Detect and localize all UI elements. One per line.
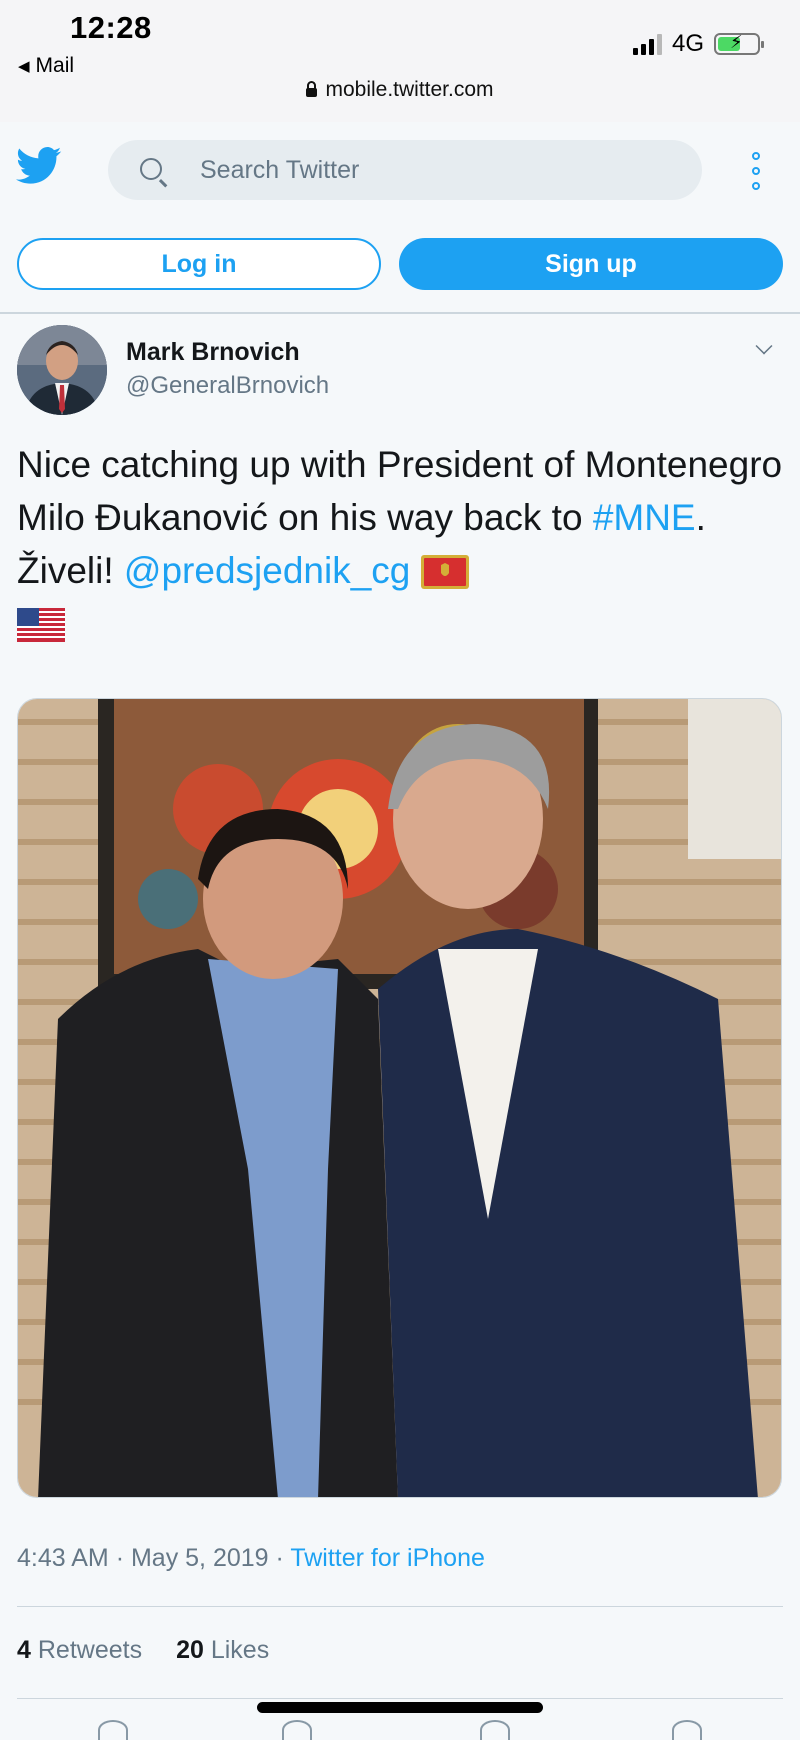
- hashtag-link[interactable]: #MNE: [593, 497, 696, 538]
- tweet-timestamp: 4:43 AM · May 5, 2019 · Twitter for iPho…: [17, 1544, 485, 1573]
- lock-icon: [306, 81, 318, 97]
- tweet-time: 4:43 AM: [17, 1544, 109, 1572]
- search-placeholder: Search Twitter: [200, 156, 360, 184]
- network-type: 4G: [671, 30, 704, 57]
- twitter-logo-icon[interactable]: [16, 146, 62, 186]
- author-handle[interactable]: @GeneralBrnovich: [126, 372, 329, 400]
- retweet-icon[interactable]: [282, 1720, 312, 1740]
- retweets-count: 4: [17, 1636, 31, 1664]
- tweet-photo[interactable]: [17, 698, 782, 1498]
- cell-signal-icon: [632, 33, 662, 55]
- home-indicator[interactable]: [257, 1702, 543, 1713]
- browser-top-bar: 12:28 ◀ Mail 4G ⚡ mobile.twitter.com: [0, 0, 800, 123]
- likes-count: 20: [176, 1636, 204, 1664]
- search-icon: [140, 158, 162, 180]
- more-options-icon[interactable]: [750, 152, 762, 190]
- login-button[interactable]: Log in: [17, 238, 381, 290]
- usa-flag-icon: [17, 608, 65, 642]
- status-time: 12:28: [70, 10, 152, 45]
- divider: [17, 1698, 783, 1699]
- divider: [17, 1606, 783, 1607]
- montenegro-flag-icon: [420, 555, 469, 589]
- retweets-stat[interactable]: 4 Retweets: [17, 1636, 142, 1665]
- author-name[interactable]: Mark Brnovich: [126, 338, 300, 367]
- reply-icon[interactable]: [98, 1720, 128, 1740]
- search-input[interactable]: Search Twitter: [108, 140, 702, 200]
- meta-separator: ·: [275, 1544, 284, 1572]
- likes-stat[interactable]: 20 Likes: [176, 1636, 269, 1665]
- battery-charging-icon: ⚡: [714, 32, 764, 55]
- tweet-text: Nice catching up with President of Monte…: [17, 438, 787, 650]
- twitter-header: Search Twitter Log in Sign up: [0, 122, 800, 314]
- tweet-source-link[interactable]: Twitter for iPhone: [290, 1544, 485, 1572]
- back-to-mail-button[interactable]: ◀ Mail: [18, 54, 74, 78]
- tweet-date: May 5, 2019: [130, 1544, 269, 1572]
- chevron-down-icon[interactable]: [755, 337, 773, 355]
- likes-label: Likes: [210, 1636, 270, 1664]
- meta-separator: ·: [115, 1544, 125, 1572]
- share-icon[interactable]: [672, 1720, 702, 1740]
- back-triangle-icon: ◀: [18, 58, 30, 75]
- address-bar[interactable]: mobile.twitter.com: [0, 78, 800, 102]
- tweet-stats: 4 Retweets 20 Likes: [17, 1636, 269, 1665]
- tweet-actions-bar: [0, 1712, 800, 1740]
- like-icon[interactable]: [480, 1720, 510, 1740]
- address-url: mobile.twitter.com: [325, 78, 494, 101]
- mention-link[interactable]: @predsjednik_cg: [124, 550, 410, 591]
- retweets-label: Retweets: [37, 1636, 143, 1664]
- back-app-label: Mail: [35, 54, 75, 77]
- signup-button[interactable]: Sign up: [399, 238, 783, 290]
- author-avatar[interactable]: [17, 325, 107, 415]
- status-indicators: 4G ⚡: [632, 30, 764, 58]
